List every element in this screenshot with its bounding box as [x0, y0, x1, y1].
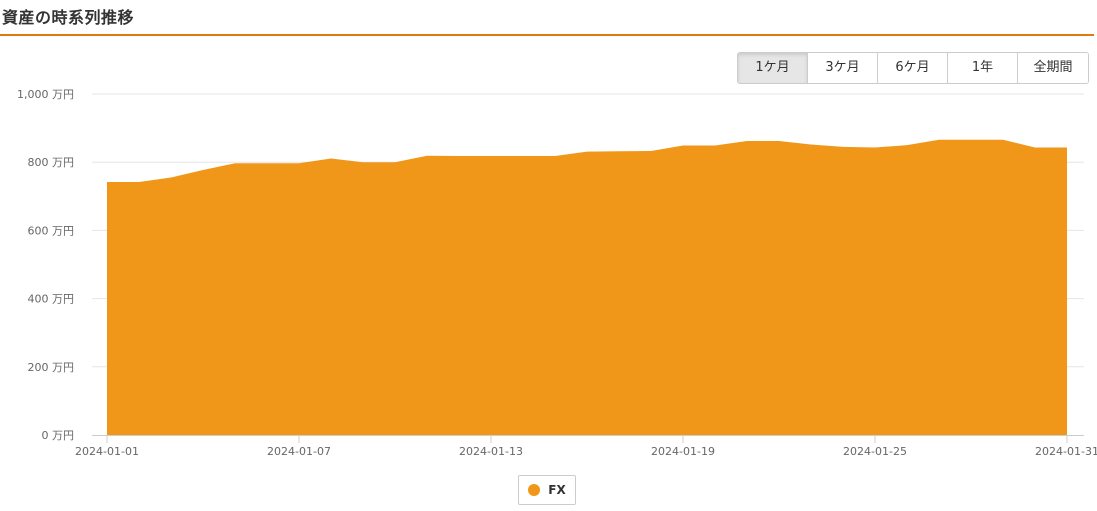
y-tick-label: 800 万円 — [28, 156, 75, 169]
x-tick-label: 2024-01-13 — [459, 445, 523, 458]
y-tick-label: 600 万円 — [28, 224, 75, 237]
legend-label: FX — [548, 483, 566, 497]
y-tick-label: 200 万円 — [28, 361, 75, 374]
y-tick-label: 1,000 万円 — [17, 88, 74, 101]
x-tick-label: 2024-01-07 — [267, 445, 331, 458]
x-tick-label: 2024-01-25 — [843, 445, 907, 458]
y-tick-label: 400 万円 — [28, 293, 75, 306]
y-tick-label: 0 万円 — [42, 429, 75, 442]
x-tick-label: 2024-01-31 — [1035, 445, 1097, 458]
legend-dot-icon — [528, 484, 541, 496]
x-tick-label: 2024-01-19 — [651, 445, 715, 458]
legend-item-fx[interactable]: FX — [518, 475, 576, 505]
x-tick-label: 2024-01-01 — [75, 445, 139, 458]
series-area-fx — [107, 139, 1067, 435]
asset-area-chart: 0 万円 200 万円 400 万円 600 万円 800 万円 1,000 万円 2024… — [17, 88, 1097, 458]
